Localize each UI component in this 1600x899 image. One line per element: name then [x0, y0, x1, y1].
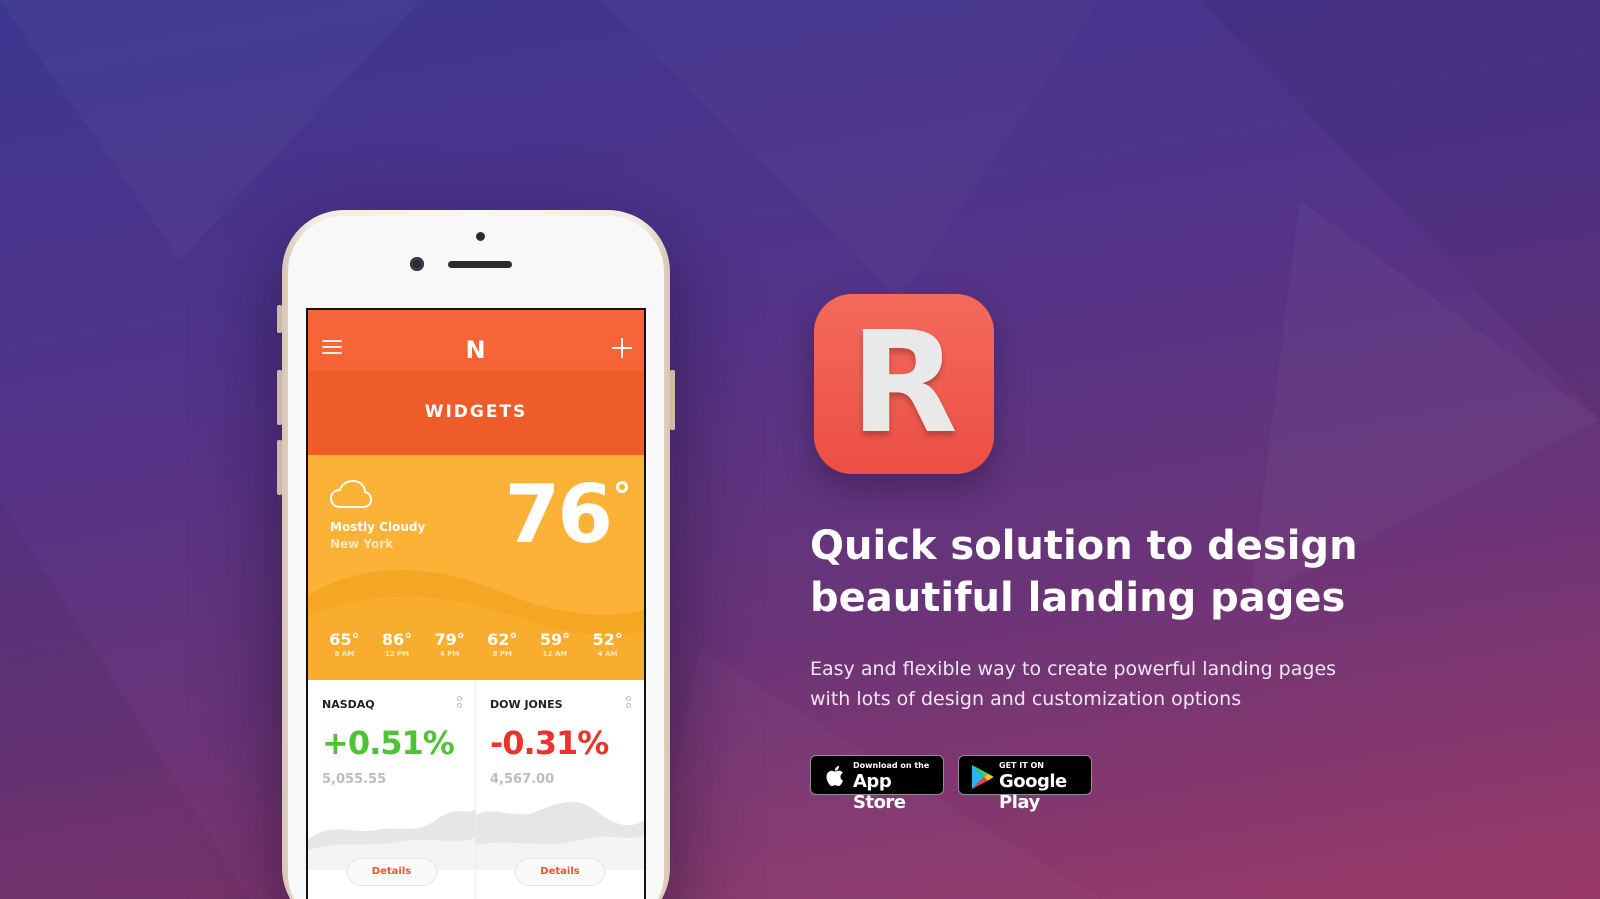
- phone-volume-down: [277, 440, 282, 495]
- cloud-icon: [330, 479, 372, 508]
- weather-widget[interactable]: Mostly Cloudy New York 76 65° 8 AM 86° 12 …: [308, 455, 644, 680]
- phone-side-button: [277, 305, 282, 333]
- weather-wave: [308, 570, 644, 680]
- brand-logo: N: [465, 336, 487, 364]
- forecast-hour: 79° 4 PM: [435, 630, 465, 658]
- app-store-button[interactable]: Download on the App Store: [810, 755, 944, 813]
- phone-power-button: [670, 370, 675, 430]
- app-header: N WIDGETS: [308, 310, 644, 455]
- google-play-icon: [972, 765, 993, 789]
- forecast-time: 4 PM: [439, 650, 460, 658]
- weather-city: New York: [330, 537, 394, 551]
- app-icon: R: [814, 294, 994, 474]
- more-options-icon[interactable]: [457, 696, 463, 712]
- app-store-small-text: Download on the: [853, 761, 930, 770]
- hero-headline: Quick solution to design beautiful landi…: [810, 520, 1430, 624]
- google-play-small-text: GET IT ON: [999, 761, 1044, 770]
- headline-line: beautiful landing pages: [810, 575, 1346, 621]
- phone-mockup: N WIDGETS Mostly Cloudy New York 76 65° 8: [277, 210, 675, 899]
- headline-line: Quick solution to design: [810, 523, 1358, 569]
- front-camera: [410, 257, 424, 271]
- proximity-sensor: [476, 232, 485, 241]
- current-temperature: 76: [504, 468, 613, 561]
- stock-value: 4,567.00: [490, 772, 555, 787]
- forecast-temp: 86°: [381, 630, 413, 649]
- stock-change: +0.51%: [322, 724, 455, 762]
- stock-name: NASDAQ: [322, 698, 375, 711]
- forecast-hour: 52° 4 AM: [592, 630, 622, 658]
- forecast-time: 12 PM: [384, 650, 410, 658]
- degree-symbol: [616, 481, 628, 493]
- details-button[interactable]: Details: [346, 858, 437, 886]
- forecast-hour: 62° 8 PM: [487, 630, 517, 658]
- stock-name: DOW JONES: [490, 698, 563, 711]
- forecast-time: 8 AM: [334, 650, 355, 658]
- hero-description: Easy and flexible way to create powerful…: [810, 658, 1337, 710]
- details-button[interactable]: Details: [515, 858, 605, 886]
- stock-widgets: NASDAQ +0.51% 5,055.55 Details DOW JONES…: [308, 680, 644, 899]
- stock-card-nasdaq[interactable]: NASDAQ +0.51% 5,055.55 Details: [308, 680, 476, 899]
- app-icon-letter: R: [850, 302, 958, 465]
- forecast-time: 4 AM: [597, 650, 618, 658]
- background-pattern: [0, 0, 1600, 899]
- forecast-temp: 52°: [592, 630, 623, 649]
- screen-title: WIDGETS: [424, 402, 528, 422]
- apple-icon: [826, 765, 843, 787]
- stock-card-dow-jones[interactable]: DOW JONES -0.31% 4,567.00 Details: [476, 680, 644, 899]
- app-store-big-text: App Store: [853, 771, 906, 813]
- google-play-button[interactable]: GET IT ON Google Play: [958, 755, 1092, 813]
- forecast-hour: 65° 8 AM: [329, 630, 359, 658]
- forecast-temp: 62°: [487, 630, 518, 649]
- stock-value: 5,055.55: [322, 772, 387, 787]
- forecast-time: 8 PM: [492, 650, 512, 658]
- phone-screen: N WIDGETS Mostly Cloudy New York 76 65° 8: [306, 308, 646, 899]
- forecast-temp: 65°: [329, 630, 360, 649]
- forecast-time: 12 AM: [542, 650, 568, 658]
- more-options-icon[interactable]: [626, 696, 632, 712]
- phone-volume-up: [277, 370, 282, 425]
- hourly-forecast: 65° 8 AM 86° 12 PM 79° 4 PM 62° 8 PM 59° 12 A…: [318, 630, 634, 658]
- phone-face: N WIDGETS Mostly Cloudy New York 76 65° 8: [288, 216, 664, 899]
- plus-icon[interactable]: [612, 338, 632, 358]
- earpiece-speaker: [448, 261, 512, 268]
- weather-condition: Mostly Cloudy: [330, 520, 426, 534]
- forecast-temp: 79°: [434, 630, 465, 649]
- forecast-hour: 59° 12 AM: [540, 630, 570, 658]
- forecast-hour: 86° 12 PM: [382, 630, 412, 658]
- stock-change: -0.31%: [490, 724, 609, 762]
- google-play-big-text: Google Play: [999, 771, 1067, 813]
- forecast-temp: 59°: [539, 630, 571, 649]
